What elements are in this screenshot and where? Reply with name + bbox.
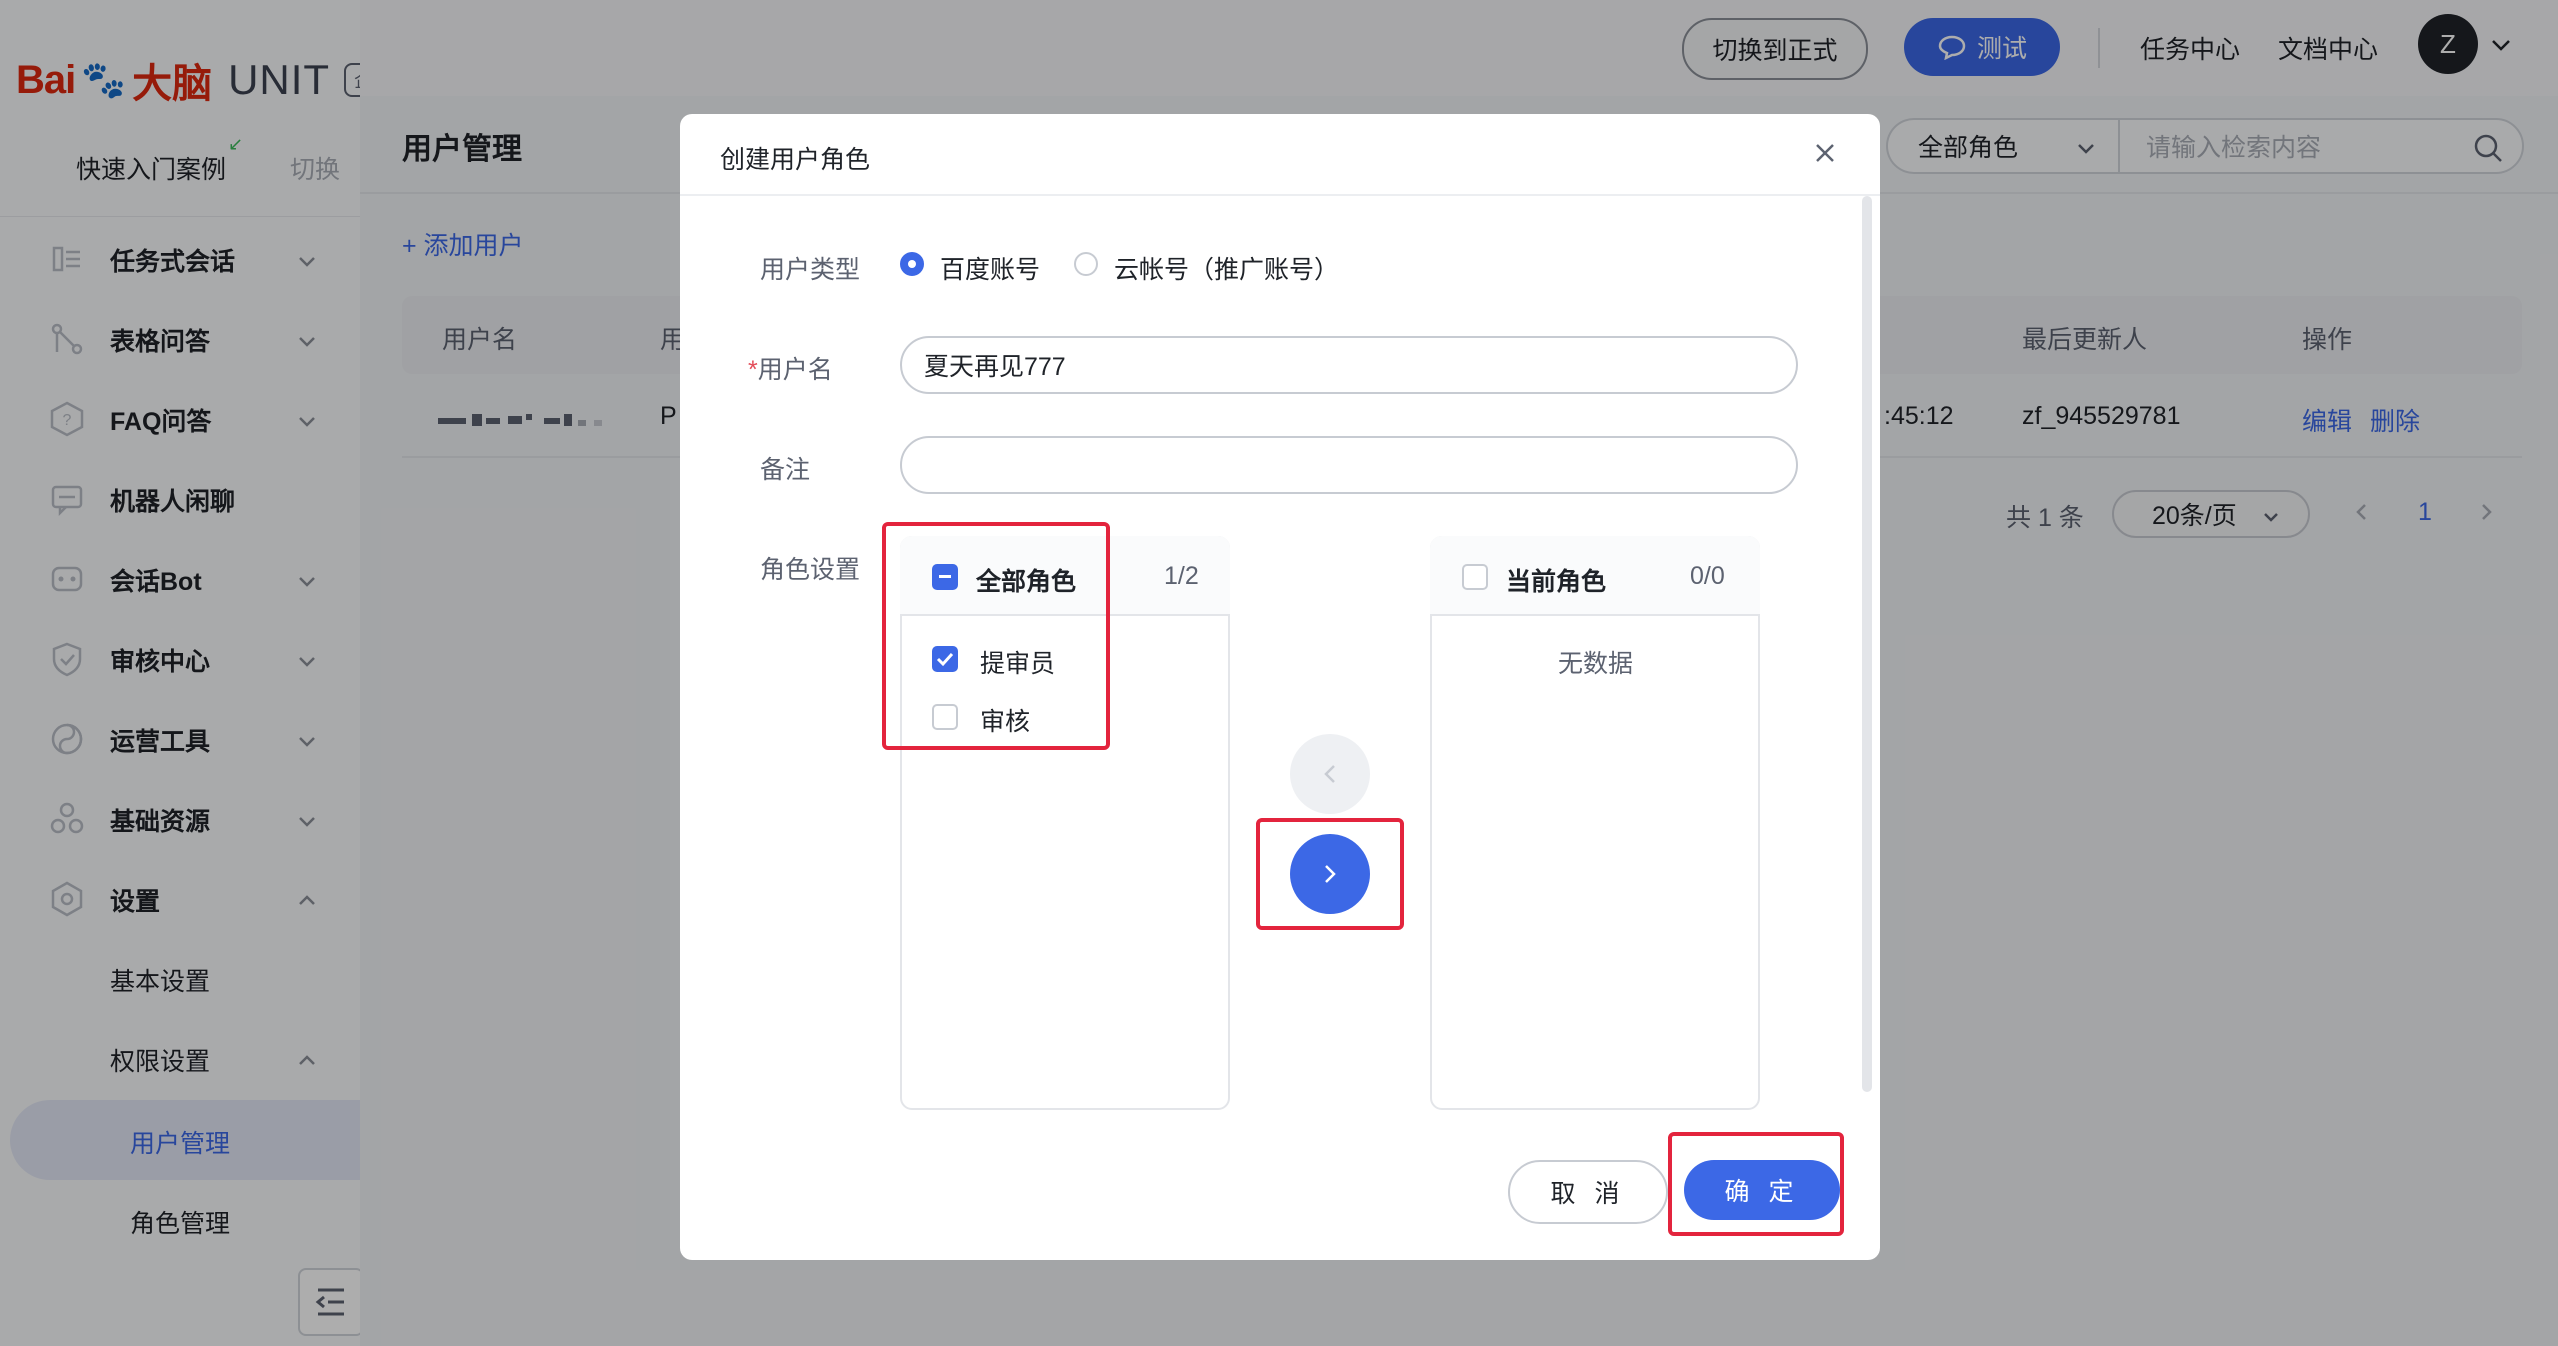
remark-field[interactable]	[900, 436, 1798, 494]
current-roles-title: 当前角色	[1506, 568, 1607, 596]
username-label-text: 用户名	[757, 356, 833, 384]
username-value: 夏天再见777	[924, 353, 1066, 381]
radio-label[interactable]: 百度账号	[940, 250, 1040, 286]
role-settings-label: 角色设置	[760, 556, 861, 584]
confirm-button[interactable]: 确 定	[1684, 1160, 1840, 1220]
remark-label: 备注	[760, 456, 811, 484]
current-roles-count: 0/0	[1690, 562, 1725, 590]
select-all-roles-checkbox[interactable]	[932, 564, 958, 590]
role-checkbox-reviewer[interactable]	[932, 646, 958, 672]
empty-state: 无数据	[1558, 650, 1634, 678]
radio-baidu-account[interactable]	[900, 252, 924, 276]
cancel-button[interactable]: 取 消	[1508, 1160, 1668, 1224]
move-left-button[interactable]	[1290, 734, 1370, 814]
all-roles-count: 1/2	[1164, 562, 1199, 590]
radio-label[interactable]: 云帐号（推广账号）	[1114, 250, 1339, 286]
user-type-label: 用户类型	[760, 256, 861, 284]
chevron-left-icon	[1324, 765, 1335, 783]
username-label: *用户名	[748, 350, 833, 386]
close-icon[interactable]	[1812, 140, 1838, 166]
role-checkbox-audit[interactable]	[932, 704, 958, 730]
select-all-current-checkbox[interactable]	[1462, 564, 1488, 590]
dialog-title: 创建用户角色	[720, 146, 871, 174]
dialog-header-divider	[680, 194, 1880, 196]
chevron-right-icon	[1325, 865, 1336, 883]
role-item-label[interactable]: 提审员	[980, 644, 1055, 680]
role-item-label[interactable]: 审核	[980, 702, 1030, 738]
current-roles-panel	[1430, 536, 1760, 1110]
dialog-scrollbar[interactable]	[1862, 196, 1872, 1092]
check-icon	[936, 652, 954, 667]
all-roles-title: 全部角色	[976, 568, 1077, 596]
required-mark: *	[748, 356, 758, 384]
move-right-button[interactable]	[1290, 834, 1370, 914]
all-roles-panel	[900, 536, 1230, 1110]
username-field[interactable]: 夏天再见777	[900, 336, 1798, 394]
radio-cloud-account[interactable]	[1074, 252, 1098, 276]
